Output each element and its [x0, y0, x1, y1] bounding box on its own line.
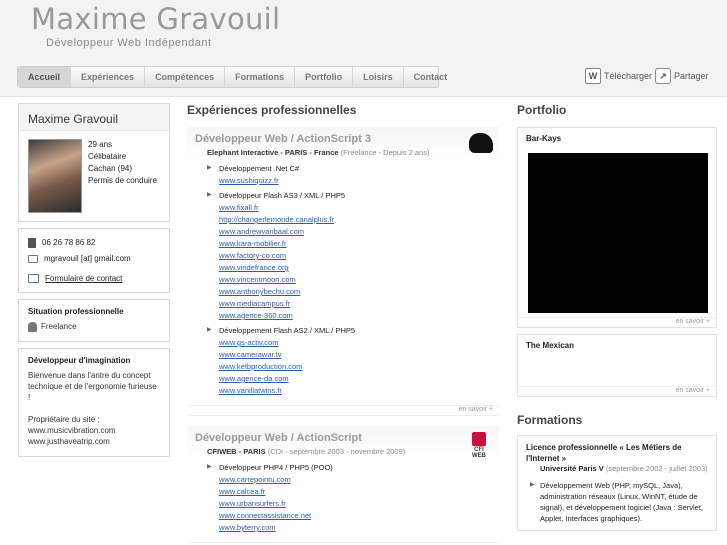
situation-value: Freelance: [41, 322, 77, 331]
portfolio-heading: Portfolio: [517, 103, 567, 117]
project-link[interactable]: www.mediacampus.fr: [219, 298, 491, 310]
project-link[interactable]: www.andrewvanbaal.com: [219, 226, 491, 238]
situation-card: Situation professionnelle Freelance: [18, 299, 170, 342]
download-button[interactable]: W Télécharger: [585, 68, 652, 84]
site-title: Maxime Gravouil: [31, 2, 281, 36]
profile-photo: [28, 139, 82, 213]
project-link[interactable]: www.camerawar.tv: [219, 349, 491, 361]
share-icon: ↗: [655, 68, 671, 84]
formation-title: Licence professionnelle « Les Métiers de…: [526, 443, 682, 463]
project-link[interactable]: www.factory-co.com: [219, 250, 491, 262]
download-label: Télécharger: [604, 71, 653, 81]
project-link[interactable]: www.ketbproduction.com: [219, 361, 491, 373]
nav-experiences[interactable]: Expériences: [71, 67, 146, 87]
project-link[interactable]: www.agence-da.com: [219, 373, 491, 385]
nav-competences[interactable]: Compétences: [145, 67, 226, 87]
word-doc-icon: W: [585, 68, 601, 84]
project-link[interactable]: www.vindefrance.org: [219, 262, 491, 274]
profile-age: 29 ans: [88, 140, 113, 149]
imagination-card: Développeur d'imagination Bienvenue dans…: [18, 348, 170, 457]
imagination-text: Bienvenue dans l'antre du concept techni…: [28, 371, 157, 402]
mail-icon: [28, 254, 38, 263]
experiences-column: Expériences professionnelles Développeur…: [187, 103, 499, 543]
portfolio-title: The Mexican: [526, 341, 575, 350]
project-link[interactable]: www.kara-mobilier.fr: [219, 238, 491, 250]
profile-status: Célibataire: [88, 152, 127, 161]
project-link[interactable]: www.urbansurfers.fr: [219, 498, 491, 510]
elephant-logo: [469, 133, 493, 153]
portfolio-title: Bar-Kays: [526, 134, 562, 143]
project-link[interactable]: www.gs-activ.com: [219, 337, 491, 349]
imagination-title: Développeur d'imagination: [28, 356, 131, 365]
site-subtitle: Développeur Web Indépendant: [46, 37, 212, 49]
project-link[interactable]: www.sushiquizz.fr: [219, 175, 491, 187]
experience-company: Elephant Interactive - PARIS - France: [207, 148, 339, 157]
contact-form-link[interactable]: Formulaire de contact: [45, 273, 122, 284]
project-link[interactable]: www.carrepointu.com: [219, 474, 491, 486]
skill-group-label: Développeur PHP4 / PHP5 (POO): [207, 463, 491, 472]
project-link[interactable]: www.byterry.com: [219, 522, 491, 534]
owner-site: www.justhaveatrip.com: [28, 437, 110, 446]
experience-item: Développeur Web / ActionScript 3 Elephan…: [187, 127, 499, 416]
cfiweb-logo: CFI WEB: [467, 432, 491, 459]
contact-card: 06 26 78 86 82 mgravouil [at] gmail.com …: [18, 228, 170, 293]
formation-school: Université Paris V: [540, 464, 604, 473]
experience-title: Développeur Web / ActionScript: [195, 432, 362, 444]
formation-detail: Développement Web (PHP, mySQL, Java), ad…: [526, 480, 708, 524]
site-header: Maxime Gravouil Développeur Web Indépend…: [0, 0, 727, 97]
nav-formations[interactable]: Formations: [225, 67, 296, 87]
experience-item: Développeur Web / ActionScript CFIWEB - …: [187, 426, 499, 543]
formation-item: Licence professionnelle « Les Métiers de…: [517, 435, 717, 531]
formations-heading: Formations: [517, 413, 583, 427]
main-nav: Accueil Expériences Compétences Formatio…: [17, 66, 447, 88]
phone-icon: [28, 237, 36, 248]
profile-card: Maxime Gravouil 29 ans Célibataire Cacha…: [18, 103, 170, 222]
project-link[interactable]: http://changerlemonde.canalplus.fr: [219, 214, 491, 226]
experience-title: Développeur Web / ActionScript 3: [195, 133, 372, 145]
more-link[interactable]: en savoir +: [518, 386, 716, 396]
nav-contact[interactable]: Contact: [404, 67, 458, 87]
nav-portfolio[interactable]: Portfolio: [295, 67, 354, 87]
profile-name: Maxime Gravouil: [19, 104, 169, 131]
situation-title: Situation professionnelle: [28, 307, 124, 316]
project-link[interactable]: www.connectassistance.net: [219, 510, 491, 522]
share-button[interactable]: ↗ Partager: [655, 68, 709, 84]
skill-group-label: Développement .Net C#: [207, 164, 491, 173]
person-icon: [28, 321, 37, 332]
experiences-heading: Expériences professionnelles: [187, 103, 357, 117]
contact-email: mgravouil [at] gmail.com: [44, 254, 131, 263]
project-link[interactable]: www.vanillatwins.fr: [219, 385, 491, 397]
more-link[interactable]: en savoir +: [518, 317, 716, 327]
share-label: Partager: [674, 71, 709, 81]
project-link[interactable]: www.agence-360.com: [219, 310, 491, 322]
experience-period: (CDI - septembre 2003 - novembre 2009): [267, 447, 406, 456]
profile-city: Cachan (94): [88, 164, 133, 173]
nav-loisirs[interactable]: Loisirs: [353, 67, 404, 87]
project-link[interactable]: www.calcea.fr: [219, 486, 491, 498]
nav-accueil[interactable]: Accueil: [18, 67, 72, 87]
project-link[interactable]: www.vincentmoon.com: [219, 274, 491, 286]
project-link[interactable]: www.fixall.fr: [219, 202, 491, 214]
portfolio-item: Bar-Kays en savoir +: [517, 127, 717, 328]
experience-period: (Freelance - Depuis 2 ans): [340, 148, 430, 157]
skill-group-label: Développeur Flash AS3 / XML / PHP5: [207, 191, 491, 200]
profile-licence: Permis de conduire: [88, 176, 157, 185]
project-link[interactable]: www.anthonybechu.com: [219, 286, 491, 298]
formation-period: (septembre 2002 - juillet 2003): [605, 464, 708, 473]
left-sidebar: Maxime Gravouil 29 ans Célibataire Cacha…: [18, 103, 170, 463]
right-column: Portfolio Bar-Kays en savoir + The Mexic…: [517, 103, 717, 531]
contact-phone: 06 26 78 86 82: [42, 238, 96, 247]
owner-intro: Propriétaire du site :: [28, 415, 100, 424]
skill-group-label: Développement Flash AS2 / XML / PHP5: [207, 326, 491, 335]
experience-company: CFIWEB - PARIS: [207, 447, 266, 456]
owner-site: www.musicvibration.com: [28, 426, 116, 435]
more-link[interactable]: en savoir +: [187, 405, 499, 415]
portfolio-preview[interactable]: [528, 153, 708, 313]
form-icon: [28, 274, 39, 283]
portfolio-item: The Mexican en savoir +: [517, 334, 717, 397]
